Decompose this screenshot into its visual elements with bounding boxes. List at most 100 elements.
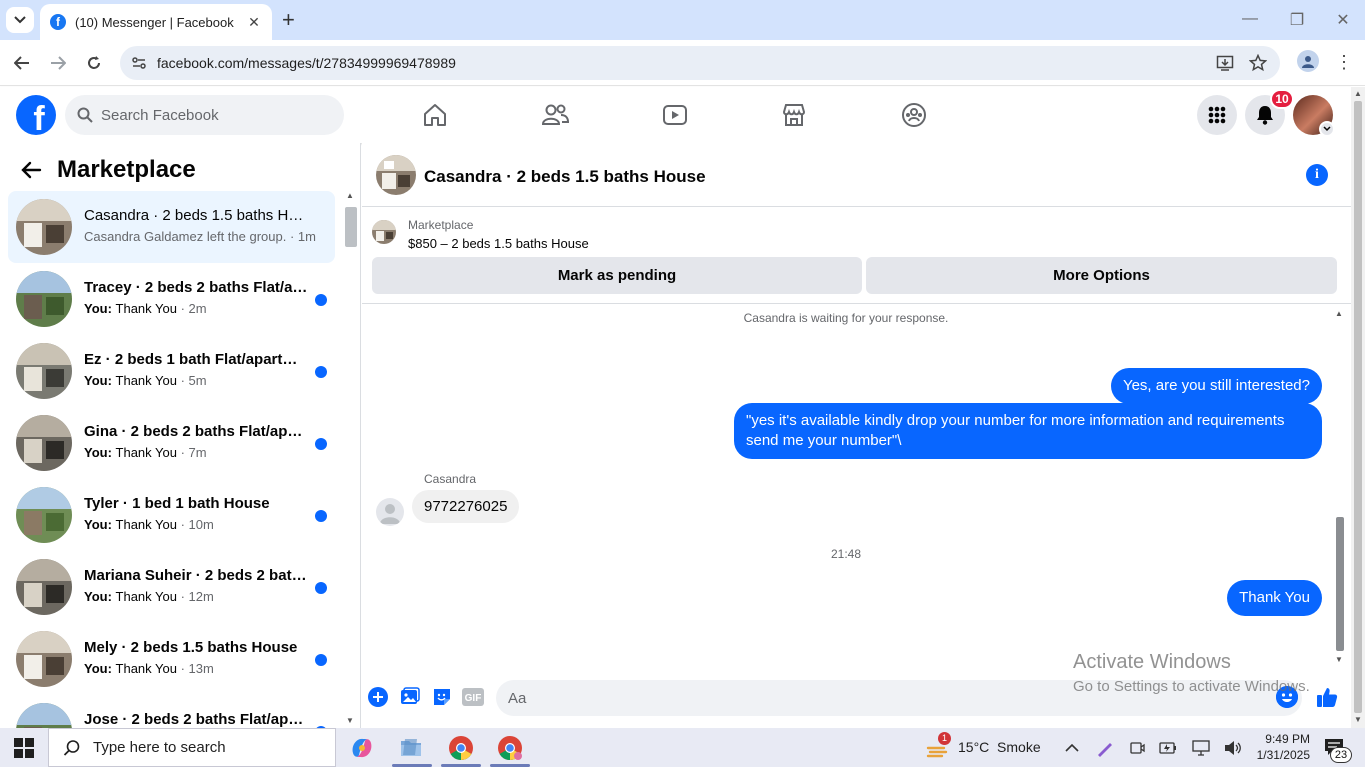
- conversation-thumbnail: [16, 271, 72, 327]
- preview-text: Thank You: [115, 373, 177, 388]
- sidebar-scroll-thumb[interactable]: [345, 207, 357, 247]
- conversation-preview: You: Thank You · 10m: [84, 517, 324, 532]
- outgoing-message[interactable]: Yes, are you still interested?: [1110, 368, 1322, 404]
- menu-grid-icon[interactable]: [1197, 95, 1237, 135]
- network-icon[interactable]: [1192, 739, 1210, 757]
- conversation-preview: You: Thank You · 12m: [84, 589, 324, 604]
- bookmark-star-icon[interactable]: [1249, 54, 1267, 72]
- page-scrollbar[interactable]: ▲ ▼: [1351, 87, 1365, 728]
- window-close-icon[interactable]: ✕: [1333, 10, 1353, 30]
- tab-search-button[interactable]: [6, 7, 34, 33]
- add-more-icon[interactable]: [367, 686, 389, 708]
- facebook-search-input[interactable]: Search Facebook: [65, 95, 344, 135]
- sidebar-scrollbar[interactable]: ▲ ▼: [343, 191, 359, 728]
- minimize-icon[interactable]: —: [1240, 10, 1260, 28]
- file-explorer-icon[interactable]: [397, 734, 425, 762]
- conversation-item[interactable]: Tracey · 2 beds 2 baths Flat/apartment Yo…: [8, 263, 335, 335]
- watch-video-icon[interactable]: [660, 100, 690, 130]
- site-info-icon[interactable]: [130, 54, 148, 72]
- conversation-item[interactable]: Mely · 2 beds 1.5 baths House You: Thank …: [8, 623, 335, 695]
- chat-pane: Casandra · 2 beds 1.5 baths House i Mark…: [362, 143, 1351, 728]
- chrome-profile-icon[interactable]: [496, 734, 524, 762]
- preview-time: · 5m: [176, 373, 207, 388]
- scroll-down-arrow-icon[interactable]: ▼: [1335, 655, 1343, 664]
- show-hidden-icons-icon[interactable]: [1063, 739, 1081, 757]
- friends-icon[interactable]: [540, 100, 570, 130]
- back-icon[interactable]: [11, 52, 33, 74]
- message-input-placeholder: Aa: [508, 689, 527, 707]
- chrome-icon[interactable]: [447, 734, 475, 762]
- browser-menu-icon[interactable]: ⋮: [1335, 51, 1353, 73]
- incoming-message[interactable]: 9772276025: [412, 490, 520, 523]
- activate-windows-title: Activate Windows: [1073, 651, 1231, 673]
- browser-tab-messenger[interactable]: f (10) Messenger | Facebook ✕: [40, 4, 272, 40]
- thumbs-up-icon[interactable]: [1316, 686, 1338, 708]
- page-scroll-thumb[interactable]: [1354, 101, 1362, 713]
- tab-close-icon[interactable]: ✕: [246, 14, 262, 31]
- unread-dot: [315, 366, 327, 378]
- scroll-up-arrow-icon[interactable]: ▲: [1354, 89, 1362, 98]
- install-app-icon[interactable]: [1216, 54, 1234, 72]
- conversation-item[interactable]: Tyler · 1 bed 1 bath House You: Thank You…: [8, 479, 335, 551]
- pen-icon[interactable]: [1096, 739, 1114, 757]
- restore-icon[interactable]: ❐: [1287, 10, 1307, 30]
- unread-dot: [315, 510, 327, 522]
- reload-icon[interactable]: [83, 52, 105, 74]
- gif-icon[interactable]: GIF: [462, 686, 484, 708]
- facebook-header: f Search Facebook 10: [0, 87, 1351, 143]
- activate-windows-subtitle: Go to Settings to activate Windows.: [1073, 678, 1310, 695]
- conversation-thumbnail: [16, 559, 72, 615]
- conversation-item[interactable]: Ez · 2 beds 1 bath Flat/apartment You: Th…: [8, 335, 335, 407]
- sticker-icon[interactable]: [431, 686, 453, 708]
- marketplace-icon[interactable]: [779, 100, 809, 130]
- conversation-thumbnail: [16, 703, 72, 728]
- groups-icon[interactable]: [899, 100, 929, 130]
- conversation-item[interactable]: Mariana Suheir · 2 beds 2 baths Flat/apa…: [8, 551, 335, 623]
- sidebar-header: Marketplace: [0, 143, 360, 191]
- scroll-down-arrow-icon[interactable]: ▼: [346, 716, 354, 725]
- time-separator: 21:48: [830, 547, 862, 561]
- preview-sender: You:: [84, 301, 116, 316]
- conversation-item[interactable]: Gina · 2 beds 2 baths Flat/apartment You:…: [8, 407, 335, 479]
- taskbar-clock[interactable]: 9:49 PM 1/31/2025: [1250, 731, 1310, 763]
- search-icon: [63, 739, 80, 756]
- battery-icon[interactable]: [1159, 739, 1177, 757]
- account-chevron-icon[interactable]: [1319, 121, 1335, 137]
- preview-time: · 1m: [286, 229, 316, 244]
- listing-thumbnail[interactable]: [376, 155, 416, 195]
- listing-price-title[interactable]: $850 – 2 beds 1.5 baths House: [408, 236, 589, 251]
- scroll-up-arrow-icon[interactable]: ▲: [346, 191, 354, 200]
- conversation-item[interactable]: Jose · 2 beds 2 baths Flat/apartment: [8, 695, 335, 728]
- scroll-up-arrow-icon[interactable]: ▲: [1335, 309, 1343, 318]
- more-options-button[interactable]: More Options: [866, 257, 1337, 294]
- windows-start-icon[interactable]: [14, 738, 34, 758]
- conversation-thumbnail: [16, 415, 72, 471]
- address-bar[interactable]: facebook.com/messages/t/2783499996947898…: [120, 46, 1280, 80]
- browser-profile-icon[interactable]: [1297, 50, 1319, 72]
- conversation-item[interactable]: Casandra · 2 beds 1.5 baths House Casandr…: [8, 191, 335, 263]
- conversation-title: Jose · 2 beds 2 baths Flat/apartment: [84, 711, 308, 728]
- meet-now-icon[interactable]: [1128, 739, 1146, 757]
- copilot-icon[interactable]: [348, 734, 376, 762]
- sender-avatar[interactable]: [376, 498, 404, 526]
- taskbar-search-input[interactable]: Type here to search: [48, 728, 336, 767]
- conversation-title: Ez · 2 beds 1 bath Flat/apartment: [84, 351, 308, 368]
- forward-icon[interactable]: [47, 52, 69, 74]
- mark-as-pending-button[interactable]: Mark as pending: [372, 257, 862, 294]
- conversation-thumbnail: [16, 199, 72, 255]
- back-arrow-icon[interactable]: [20, 159, 42, 181]
- volume-icon[interactable]: [1224, 739, 1242, 757]
- facebook-logo-icon[interactable]: f: [16, 95, 56, 135]
- conversation-title: Mely · 2 beds 1.5 baths House: [84, 639, 298, 656]
- scroll-down-arrow-icon[interactable]: ▼: [1354, 715, 1362, 724]
- new-tab-button[interactable]: +: [282, 9, 295, 31]
- conversation-thumbnail: [16, 487, 72, 543]
- home-icon[interactable]: [420, 100, 450, 130]
- attach-photo-icon[interactable]: [399, 686, 421, 708]
- outgoing-message[interactable]: Thank You: [1227, 580, 1322, 616]
- thread-scroll-thumb[interactable]: [1336, 517, 1344, 651]
- thread-scrollbar[interactable]: ▲ ▼: [1332, 305, 1346, 667]
- outgoing-message[interactable]: "yes it's available kindly drop your num…: [734, 403, 1322, 459]
- weather-widget[interactable]: 1 15°C Smoke: [926, 732, 1041, 758]
- info-icon[interactable]: i: [1306, 164, 1328, 186]
